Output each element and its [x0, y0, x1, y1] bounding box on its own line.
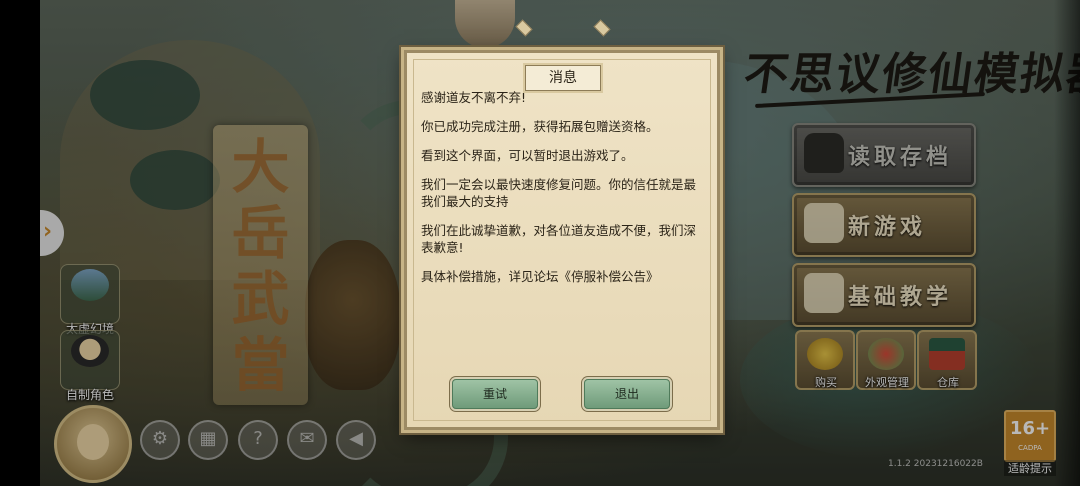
message-paragraph: 看到这个界面，可以暂时退出游戏了。 — [421, 148, 634, 163]
message-paragraph: 我们一定会以最快速度修复问题。你的信任就是最我们最大的支持 — [421, 177, 697, 209]
exit-button[interactable]: 退出 — [584, 379, 670, 409]
retry-button[interactable]: 重试 — [452, 379, 538, 409]
dialog-message: 感谢道友不离不弃! 你已成功完成注册，获得拓展包赠送资格。 看到这个界面，可以暂… — [421, 89, 701, 297]
message-dialog: 消息 感谢道友不离不弃! 你已成功完成注册，获得拓展包赠送资格。 看到这个界面，… — [404, 19, 720, 430]
message-paragraph: 具体补偿措施，详见论坛《停服补偿公告》 — [421, 269, 659, 284]
message-paragraph: 你已成功完成注册，获得拓展包赠送资格。 — [421, 119, 659, 134]
message-paragraph: 我们在此诚挚道歉，对各位道友造成不便，我们深表歉意! — [421, 223, 697, 255]
message-paragraph: 感谢道友不离不弃! — [421, 90, 527, 105]
dialog-title: 消息 — [525, 65, 601, 91]
